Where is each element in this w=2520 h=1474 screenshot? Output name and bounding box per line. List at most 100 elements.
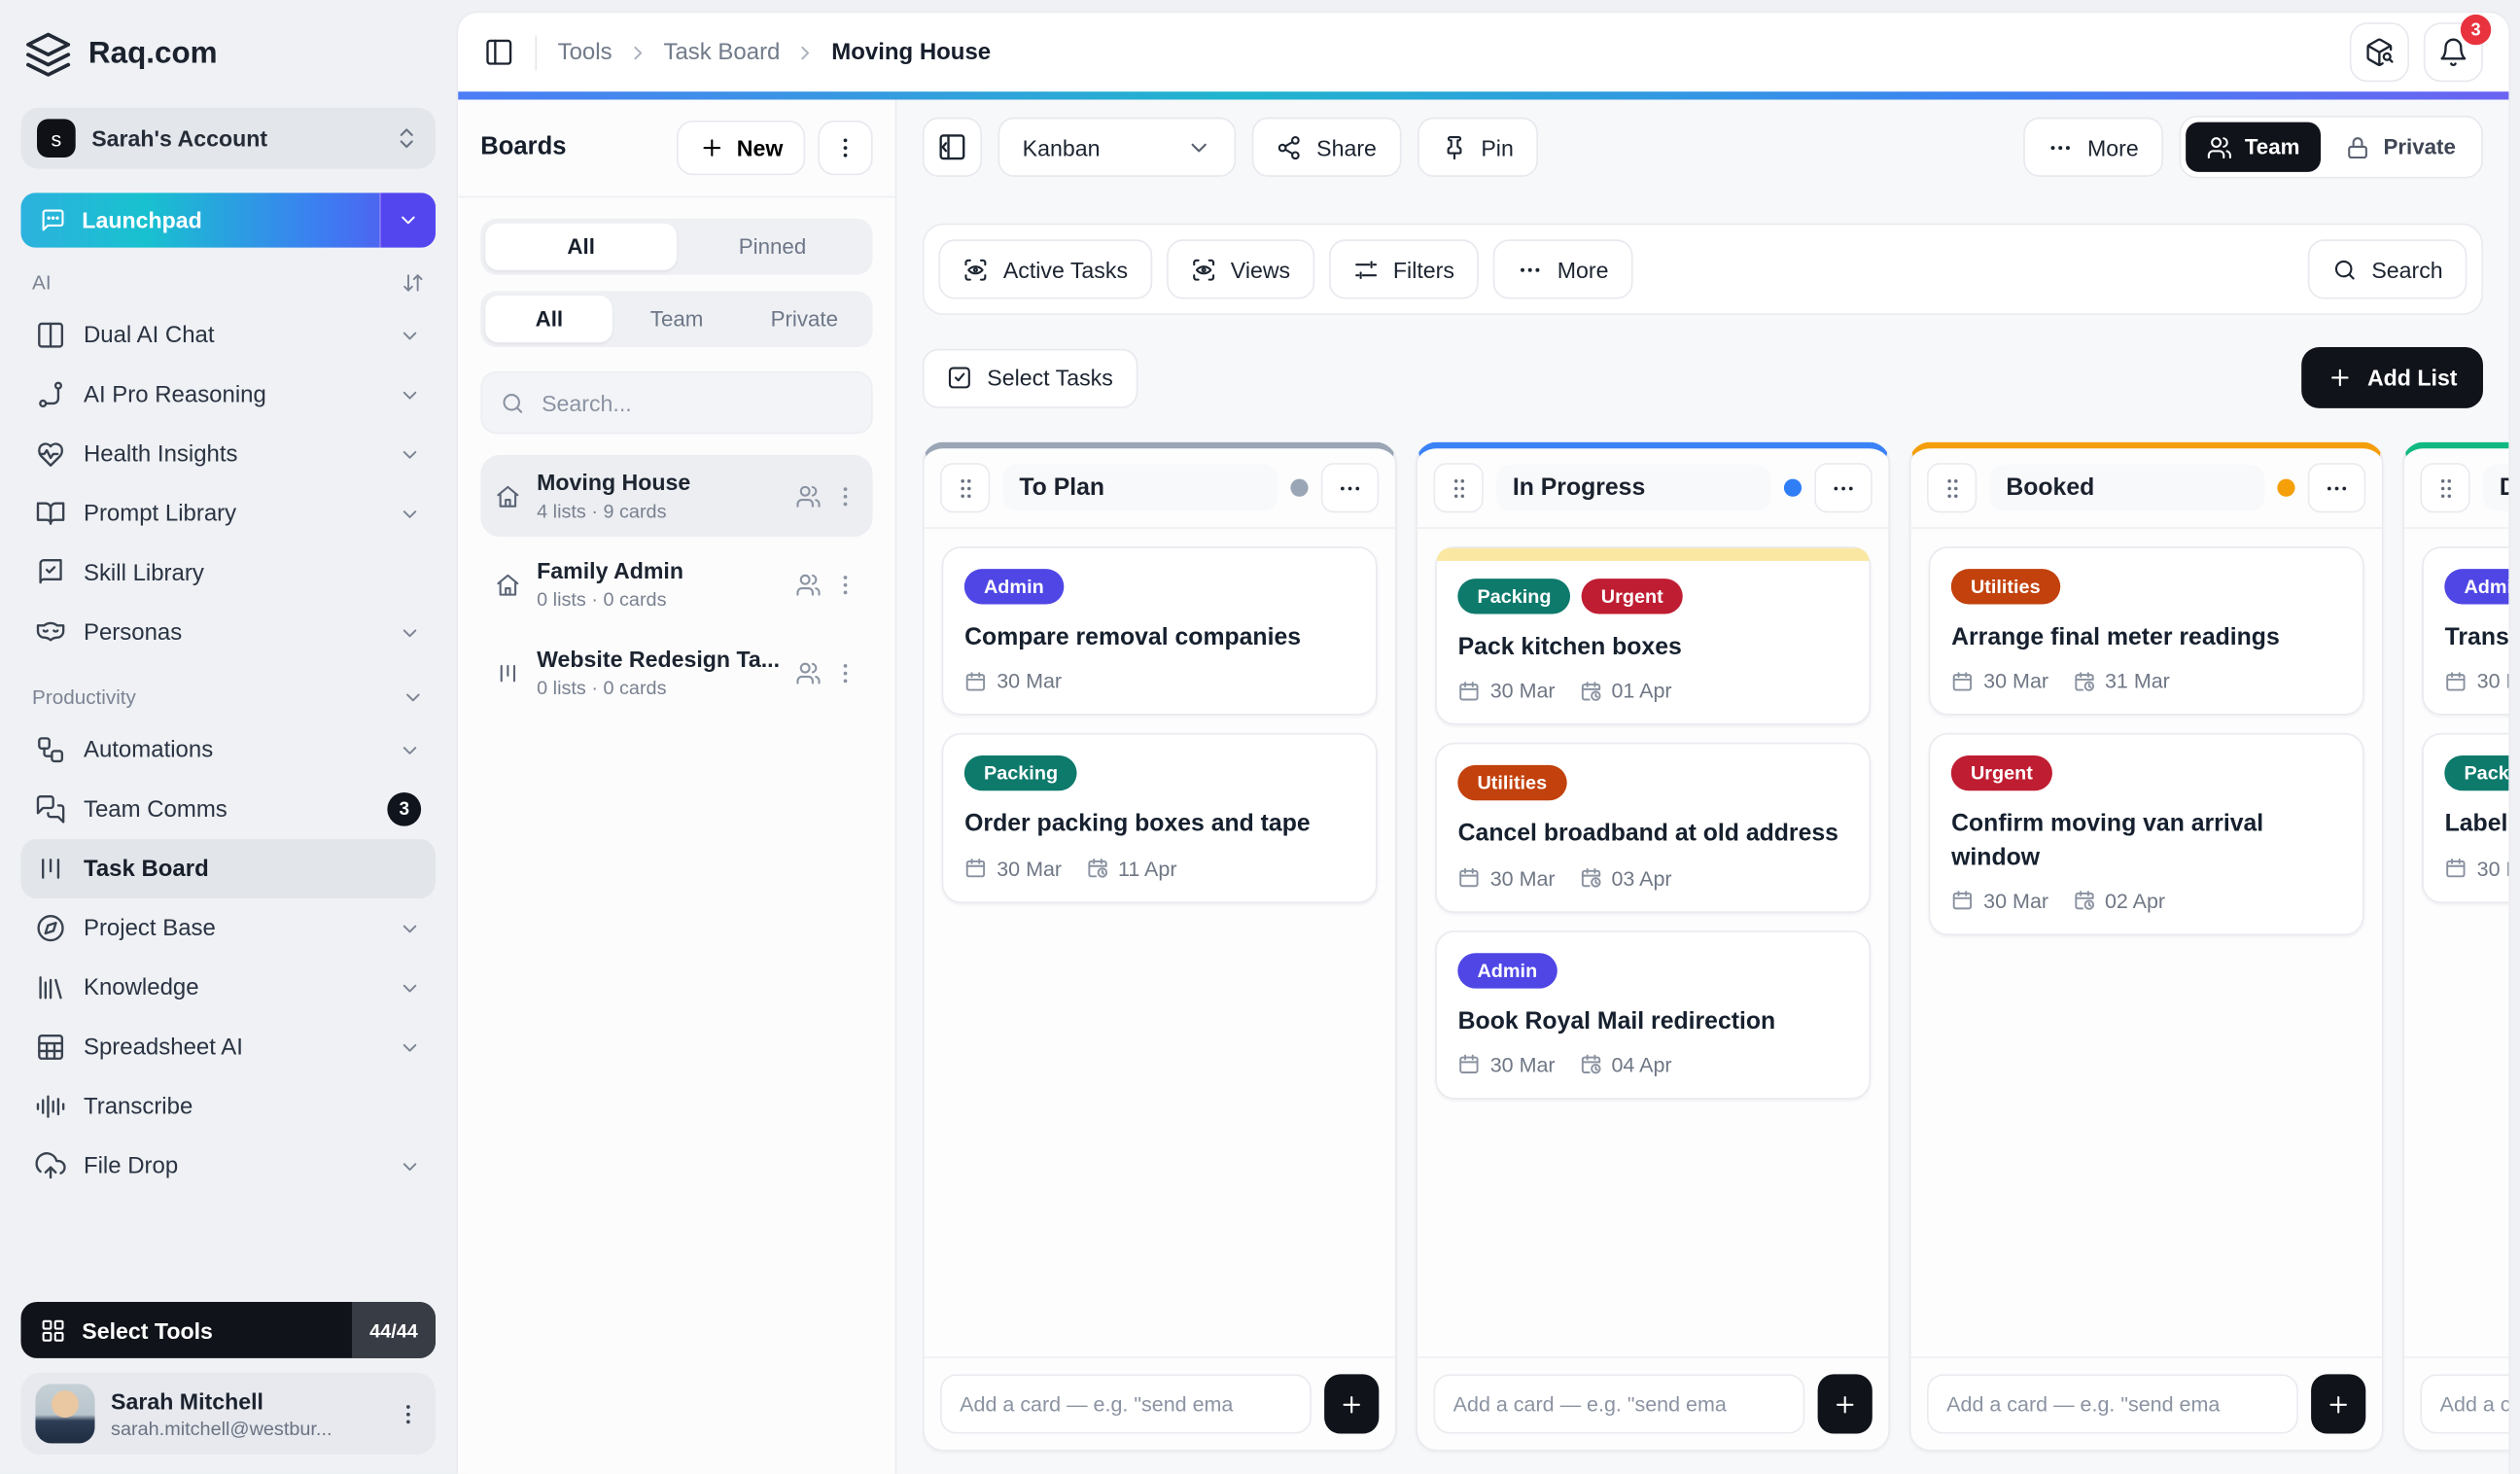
card-title: Compare removal companies (964, 622, 1355, 654)
boards-menu-button[interactable] (819, 121, 873, 175)
sidebar-item-health-insights[interactable]: Health Insights (20, 424, 435, 483)
sidebar-item-transcribe[interactable]: Transcribe (20, 1077, 435, 1137)
sidebar-item-team-comms[interactable]: Team Comms 3 (20, 780, 435, 839)
date-start: 30 Mar (1458, 865, 1556, 890)
filters-button[interactable]: Filters (1329, 239, 1479, 298)
search-button[interactable]: Search (2307, 239, 2467, 298)
visibility-team[interactable]: Team (2186, 123, 2321, 172)
column-in-progress: In Progress Packing Urgent (1417, 442, 1891, 1452)
sidebar-item-knowledge[interactable]: Knowledge (20, 958, 435, 1017)
column-title[interactable]: In Progress (1496, 465, 1771, 511)
collapse-panel-button[interactable] (923, 118, 982, 177)
add-card-input[interactable] (940, 1374, 1312, 1433)
column-title[interactable]: Booked (1990, 465, 2265, 511)
calendar-icon (1951, 670, 1974, 692)
date-text: 30 Mar (1490, 679, 1556, 703)
view-select[interactable]: Kanban (998, 118, 1237, 177)
sidebar-item-project-base[interactable]: Project Base (20, 898, 435, 958)
select-tools-button[interactable]: Select Tools 44/44 (20, 1302, 435, 1358)
task-card[interactable]: Packing Order packing boxes and tape 30 … (942, 733, 1378, 902)
add-card-input[interactable] (2421, 1374, 2509, 1433)
package-search-button[interactable] (2350, 22, 2409, 82)
column-menu-button[interactable] (1321, 463, 1380, 512)
breadcrumb-task-board[interactable]: Task Board (663, 40, 780, 65)
sidebar-item-spreadsheet-ai[interactable]: Spreadsheet AI (20, 1017, 435, 1076)
sidebar-item-skill-library[interactable]: Skill Library (20, 544, 435, 603)
column-menu-button[interactable] (1815, 463, 1873, 512)
tab-all2[interactable]: All (485, 296, 612, 342)
tab-all[interactable]: All (485, 224, 677, 270)
filters-more-button[interactable]: More (1493, 239, 1633, 298)
task-card[interactable]: Admin Transfer c 30 Mar (2422, 546, 2508, 716)
sidebar-item-ai-pro-reasoning[interactable]: AI Pro Reasoning (20, 365, 435, 424)
account-switcher[interactable]: s Sarah's Account (20, 108, 435, 169)
sidebar-item-dual-ai-chat[interactable]: Dual AI Chat (20, 305, 435, 365)
launchpad-button[interactable]: Launchpad (20, 193, 435, 247)
kebab-icon[interactable] (833, 572, 858, 597)
add-card-input[interactable] (1927, 1374, 2298, 1433)
drag-handle[interactable] (1927, 463, 1977, 512)
add-card-input[interactable] (1434, 1374, 1805, 1433)
chevron-down-icon[interactable] (402, 686, 424, 709)
sidebar-item-prompt-library[interactable]: Prompt Library (20, 484, 435, 544)
task-card[interactable]: Utilities Cancel broadband at old addres… (1435, 743, 1871, 912)
users-icon (796, 572, 822, 597)
new-board-button[interactable]: New (678, 121, 806, 175)
tabs-all-team-private: All Team Private (480, 291, 873, 347)
tab-private[interactable]: Private (741, 296, 868, 342)
calendar-icon (1951, 890, 1974, 912)
kebab-icon[interactable] (833, 483, 858, 509)
card-title: Order packing boxes and tape (964, 809, 1355, 841)
ellipsis-icon (2048, 134, 2073, 159)
active-tasks-button[interactable]: Active Tasks (939, 239, 1152, 298)
task-card[interactable]: Packing Label stor 30 Mar (2422, 733, 2508, 902)
tab-pinned[interactable]: Pinned (677, 224, 868, 270)
chat-bubble-icon (40, 207, 65, 232)
breadcrumb-tools[interactable]: Tools (558, 40, 612, 65)
sidebar-item-automations[interactable]: Automations (20, 720, 435, 780)
task-card[interactable]: Admin Compare removal companies 30 Mar (942, 546, 1378, 716)
column-menu-button[interactable] (2308, 463, 2366, 512)
column-title[interactable]: To Plan (1003, 465, 1278, 511)
section-productivity-label: Productivity (32, 686, 136, 709)
add-card-button[interactable] (2311, 1374, 2365, 1433)
notifications-button[interactable]: 3 (2424, 22, 2483, 82)
kebab-icon[interactable] (833, 660, 858, 685)
pin-button[interactable]: Pin (1417, 118, 1537, 177)
card-dates: 30 Mar 01 Apr (1458, 679, 1849, 703)
sidebar-item-file-drop[interactable]: File Drop (20, 1137, 435, 1196)
kebab-icon[interactable] (396, 1401, 421, 1426)
column-title[interactable]: Done (2483, 465, 2508, 511)
task-card[interactable]: Utilities Arrange final meter readings 3… (1929, 546, 2364, 716)
task-card[interactable]: Packing Urgent Pack kitchen boxes 30 Mar… (1435, 546, 1871, 725)
drag-handle[interactable] (2421, 463, 2470, 512)
task-card[interactable]: Urgent Confirm moving van arrival window… (1929, 733, 2364, 934)
launchpad-expand[interactable] (379, 193, 436, 247)
add-card-button[interactable] (1818, 1374, 1872, 1433)
add-list-button[interactable]: Add List (2301, 347, 2483, 408)
calendar-clock-icon (1086, 857, 1108, 879)
add-card-button[interactable] (1324, 1374, 1379, 1433)
task-card[interactable]: Admin Book Royal Mail redirection 30 Mar… (1435, 930, 1871, 1099)
sidebar-item-task-board[interactable]: Task Board (20, 839, 435, 898)
user-card[interactable]: Sarah Mitchell sarah.mitchell@westbur... (20, 1373, 435, 1455)
sidebar-item-personas[interactable]: Personas (20, 603, 435, 662)
panel-left-icon[interactable] (484, 37, 514, 67)
tab-team[interactable]: Team (612, 296, 740, 342)
boards-search-input[interactable] (539, 388, 854, 417)
more-button[interactable]: More (2023, 118, 2163, 177)
select-tasks-button[interactable]: Select Tasks (923, 348, 1137, 407)
board-item-moving-house[interactable]: Moving House 4 lists · 9 cards (480, 455, 873, 537)
user-info: Sarah Mitchell sarah.mitchell@westbur... (111, 1387, 379, 1439)
filters-more-label: More (1558, 257, 1609, 282)
chevron-down-icon (399, 503, 421, 525)
views-button[interactable]: Views (1167, 239, 1314, 298)
sort-arrows-icon[interactable] (402, 271, 424, 294)
board-info: Website Redesign Ta... 0 lists · 0 cards (537, 647, 780, 700)
visibility-private[interactable]: Private (2324, 123, 2476, 172)
board-item-family-admin[interactable]: Family Admin 0 lists · 0 cards (480, 544, 873, 625)
board-item-website-redesign[interactable]: Website Redesign Ta... 0 lists · 0 cards (480, 632, 873, 714)
drag-handle[interactable] (940, 463, 990, 512)
share-button[interactable]: Share (1252, 118, 1401, 177)
drag-handle[interactable] (1434, 463, 1484, 512)
